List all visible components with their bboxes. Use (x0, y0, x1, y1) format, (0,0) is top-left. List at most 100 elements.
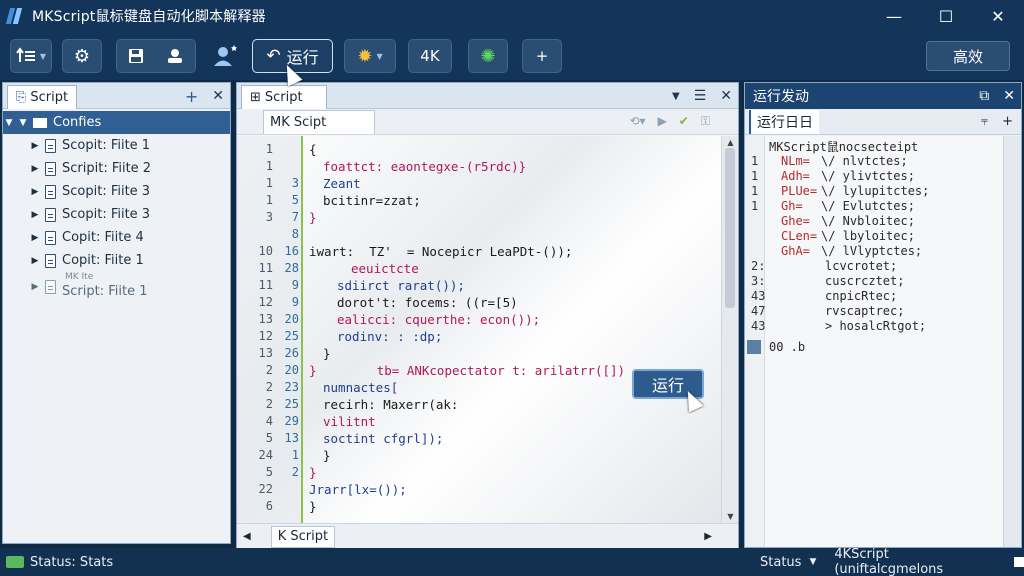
config-dropdown-button[interactable]: ✹ ▼ (344, 39, 396, 73)
line-number: 10 (258, 244, 273, 258)
code-text: Zeant (323, 176, 361, 191)
output-line-number: 47 (751, 304, 766, 318)
line-number-secondary: 3 (291, 176, 299, 190)
code-text: recirh: Maxerr(ak: (323, 397, 459, 412)
line-number-secondary: 2 (291, 465, 299, 479)
output-log-tab[interactable]: 运行日日 (749, 109, 819, 134)
refresh-icon[interactable]: ⟲▾ (629, 114, 645, 129)
status-bar: Status: Stats Status ▼ 4KScript (uniftal… (0, 547, 1024, 576)
indent-list-button[interactable]: ▼ (10, 39, 52, 73)
code-line: 13 26} (237, 346, 707, 362)
scroll-down-icon[interactable]: ▼ (722, 512, 738, 521)
tree-item-file[interactable]: ▶ Copit: Fiite 1 (3, 249, 230, 272)
explorer-tab[interactable]: ⎘ Script (7, 84, 78, 109)
scroll-thumb[interactable] (725, 148, 735, 308)
title-bar: MKScript鼠标键盘自动化脚本解释器 — ☐ ✕ (0, 0, 1024, 32)
code-line: 3 7} (237, 210, 707, 226)
resolution-4k-button[interactable]: 4K (408, 39, 452, 73)
output-value: \/ lVlyptctes; (821, 244, 923, 258)
tree-item-file[interactable]: ▶ Copit: Fiite 4 (3, 226, 230, 249)
line-number-secondary: 5 (291, 193, 299, 207)
editor-subtab-row: MK Scipt ⟲▾ ▶ ✔ ⚿ (237, 109, 738, 135)
chevron-down-icon[interactable]: ▼ (809, 557, 816, 567)
editor-scrollbar[interactable]: ▲ ▼ (721, 136, 738, 523)
tree-item-file[interactable]: ▶ Scripit: Fiite 2 (3, 157, 230, 180)
output-value: \/ lbyloitec; (821, 229, 915, 243)
scroll-up-icon[interactable]: ▲ (722, 138, 738, 147)
editor-tab[interactable]: ⊞ Script (241, 84, 327, 109)
undo-arrow-icon: ↶ (266, 46, 281, 66)
add-icon[interactable]: + (185, 87, 198, 106)
code-line: 11 9 sdiirct rarat()); (237, 278, 707, 294)
debug-icon[interactable]: ✔ (679, 114, 689, 129)
code-text: Jrarr[lx=()); (309, 482, 407, 497)
tree-item-label: Scopit: Fiite 3 (62, 184, 151, 199)
file-icon (45, 207, 56, 222)
line-number: 13 (258, 312, 273, 326)
output-log-row: 47 rvscaptrec; (745, 304, 1003, 319)
scroll-left-icon[interactable]: ◀ (243, 531, 251, 542)
plugin-button[interactable]: ✺ (468, 39, 508, 73)
editor-subtab[interactable]: MK Scipt (263, 109, 375, 134)
code-line: 6} (237, 499, 707, 515)
output-log-row: GhA= \/ lVlyptctes; (745, 244, 1003, 259)
output-scrollbar[interactable] (1003, 136, 1021, 547)
output-value: \/ Evlutctes; (821, 199, 915, 213)
tree-item-file[interactable]: ▶ Scopit: Fiite 1 (3, 134, 230, 157)
code-editor[interactable]: 1{1 foattct: eaontegxe-(r5rdc)} 1 3 Zeant 1 5 b… (237, 136, 721, 523)
play-icon[interactable]: ▶ (658, 114, 667, 129)
output-log-row: 3: cuscrcztet; (745, 274, 1003, 289)
output-log-row: CLen= \/ lbyloitec; (745, 229, 1003, 244)
grid-tab-icon: ⊞ (250, 89, 261, 105)
code-text: { (309, 142, 317, 157)
add-icon[interactable]: + (1002, 114, 1013, 129)
tree-item-file[interactable]: ▶ Scopit: Fiite 3 (3, 180, 230, 203)
explorer-tab-label: Script (30, 89, 69, 105)
code-line: 5 13 soctint cfgrl]); (237, 431, 707, 447)
green-gear-icon: ✺ (480, 45, 496, 67)
chevron-down-icon[interactable]: ▼ (672, 91, 680, 102)
expand-arrow-icon: ▶ (31, 282, 39, 292)
tree-item-file[interactable]: ▶ Script: Fiite 1 MK Ite (3, 272, 230, 302)
code-text: ealicci: cquerthe: econ()); (337, 312, 541, 327)
line-number-secondary: 1 (291, 448, 299, 462)
minimize-button[interactable]: — (868, 0, 920, 32)
code-line: 8 (237, 227, 707, 243)
lock-icon[interactable]: ⚿ (701, 114, 710, 129)
line-number-secondary: 23 (284, 380, 299, 394)
save-group-button[interactable] (116, 39, 196, 73)
code-line: 4 29 vilitnt (237, 414, 707, 430)
close-window-button[interactable]: ✕ (972, 0, 1024, 32)
tree-item-label: Scopit: Fiite 1 (62, 138, 151, 153)
close-icon[interactable]: ✕ (1003, 88, 1015, 104)
user-profile-icon[interactable] (212, 44, 238, 68)
editor-footer-tab[interactable]: K Script (270, 525, 336, 548)
tree-item-file[interactable]: ▶ Scopit: Fiite 3 (3, 203, 230, 226)
pin-icon[interactable]: ⫧ (981, 114, 988, 129)
code-text: numnactes[ (323, 380, 399, 395)
maximize-button[interactable]: ☐ (920, 0, 972, 32)
main-toolbar: ▼ ⚙ ↶ 运行 ✹ ▼ 4K ✺ + 高效 (0, 32, 1024, 80)
tree-root-folder[interactable]: ▼ ▼ Confies (3, 111, 230, 134)
output-key: PLUe= (781, 184, 818, 198)
code-text: dorot't: focems: ((r=[5) (337, 295, 518, 310)
output-subheader: 运行日日 ⫧ + (745, 109, 1021, 135)
code-line: 13 20 ealicci: cquerthe: econ()); (237, 312, 707, 328)
scroll-right-icon[interactable]: ▶ (704, 531, 712, 542)
code-line: 2 25 recirh: Maxerr(ak: (237, 397, 707, 413)
line-number: 1 (265, 176, 273, 190)
output-value: \/ Nvbloitec; (821, 214, 915, 228)
status-right-text: 4KScript (uniftalcgmelons (834, 547, 944, 576)
add-button[interactable]: + (522, 39, 562, 73)
expand-arrow-icon: ▶ (31, 163, 39, 174)
app-logo-icon (5, 7, 26, 25)
close-icon[interactable]: ✕ (212, 88, 224, 104)
close-icon[interactable]: ✕ (720, 88, 732, 104)
code-text: iwart: TZ' = Nocepicr LeaPDt-()); (309, 244, 573, 259)
settings-button[interactable]: ⚙ (62, 39, 102, 73)
menu-icon[interactable]: ☰ (694, 88, 707, 104)
output-value: \/ lylupitctes; (821, 184, 930, 198)
efficiency-button[interactable]: 高效 (926, 41, 1010, 71)
dock-icon[interactable]: ⧉ (979, 88, 989, 104)
line-number: 1 (265, 193, 273, 207)
